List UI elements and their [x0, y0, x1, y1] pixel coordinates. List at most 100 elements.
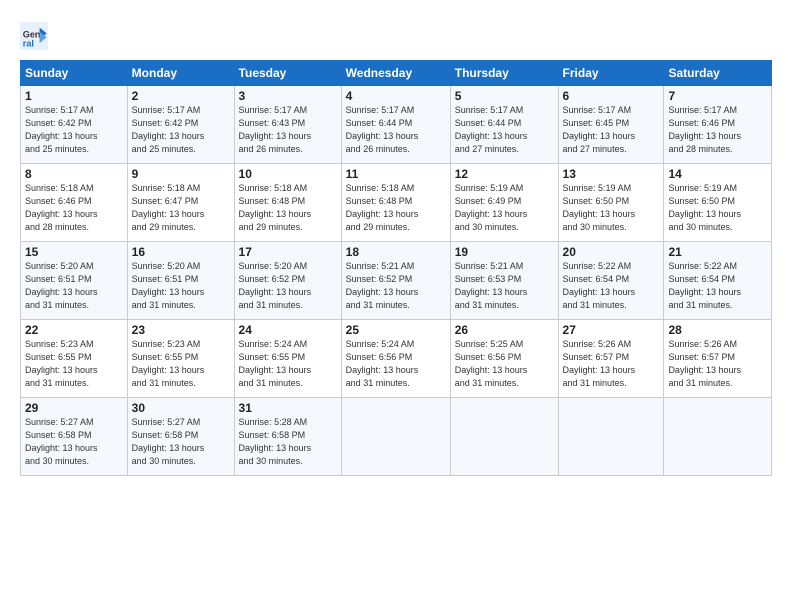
day-info: Sunrise: 5:17 AMSunset: 6:45 PMDaylight:… — [563, 104, 660, 156]
calendar-cell: 27Sunrise: 5:26 AMSunset: 6:57 PMDayligh… — [558, 320, 664, 398]
day-header-friday: Friday — [558, 61, 664, 86]
day-number: 16 — [132, 245, 230, 259]
day-info: Sunrise: 5:26 AMSunset: 6:57 PMDaylight:… — [563, 338, 660, 390]
logo-icon: Gene ral — [20, 22, 48, 50]
day-number: 26 — [455, 323, 554, 337]
day-info: Sunrise: 5:23 AMSunset: 6:55 PMDaylight:… — [25, 338, 123, 390]
day-number: 5 — [455, 89, 554, 103]
calendar-cell — [558, 398, 664, 476]
day-info: Sunrise: 5:27 AMSunset: 6:58 PMDaylight:… — [132, 416, 230, 468]
day-number: 7 — [668, 89, 767, 103]
day-number: 19 — [455, 245, 554, 259]
calendar-cell: 11Sunrise: 5:18 AMSunset: 6:48 PMDayligh… — [341, 164, 450, 242]
day-number: 30 — [132, 401, 230, 415]
calendar-cell: 29Sunrise: 5:27 AMSunset: 6:58 PMDayligh… — [21, 398, 128, 476]
calendar-cell: 24Sunrise: 5:24 AMSunset: 6:55 PMDayligh… — [234, 320, 341, 398]
calendar-cell: 9Sunrise: 5:18 AMSunset: 6:47 PMDaylight… — [127, 164, 234, 242]
day-number: 2 — [132, 89, 230, 103]
page-header: Gene ral — [20, 18, 772, 50]
calendar-cell: 23Sunrise: 5:23 AMSunset: 6:55 PMDayligh… — [127, 320, 234, 398]
day-number: 28 — [668, 323, 767, 337]
day-number: 3 — [239, 89, 337, 103]
day-number: 8 — [25, 167, 123, 181]
calendar-cell: 26Sunrise: 5:25 AMSunset: 6:56 PMDayligh… — [450, 320, 558, 398]
day-number: 27 — [563, 323, 660, 337]
calendar-cell — [341, 398, 450, 476]
calendar-cell: 4Sunrise: 5:17 AMSunset: 6:44 PMDaylight… — [341, 86, 450, 164]
day-number: 31 — [239, 401, 337, 415]
calendar-cell: 31Sunrise: 5:28 AMSunset: 6:58 PMDayligh… — [234, 398, 341, 476]
calendar-cell: 22Sunrise: 5:23 AMSunset: 6:55 PMDayligh… — [21, 320, 128, 398]
day-header-thursday: Thursday — [450, 61, 558, 86]
calendar-cell: 13Sunrise: 5:19 AMSunset: 6:50 PMDayligh… — [558, 164, 664, 242]
day-number: 4 — [346, 89, 446, 103]
day-info: Sunrise: 5:17 AMSunset: 6:46 PMDaylight:… — [668, 104, 767, 156]
day-number: 10 — [239, 167, 337, 181]
day-info: Sunrise: 5:18 AMSunset: 6:46 PMDaylight:… — [25, 182, 123, 234]
calendar-cell: 14Sunrise: 5:19 AMSunset: 6:50 PMDayligh… — [664, 164, 772, 242]
logo: Gene ral — [20, 22, 50, 50]
day-number: 18 — [346, 245, 446, 259]
calendar-cell — [450, 398, 558, 476]
day-info: Sunrise: 5:28 AMSunset: 6:58 PMDaylight:… — [239, 416, 337, 468]
calendar-cell: 15Sunrise: 5:20 AMSunset: 6:51 PMDayligh… — [21, 242, 128, 320]
day-number: 9 — [132, 167, 230, 181]
day-number: 23 — [132, 323, 230, 337]
day-number: 11 — [346, 167, 446, 181]
day-info: Sunrise: 5:17 AMSunset: 6:42 PMDaylight:… — [25, 104, 123, 156]
calendar-cell: 28Sunrise: 5:26 AMSunset: 6:57 PMDayligh… — [664, 320, 772, 398]
day-info: Sunrise: 5:24 AMSunset: 6:55 PMDaylight:… — [239, 338, 337, 390]
day-info: Sunrise: 5:20 AMSunset: 6:51 PMDaylight:… — [132, 260, 230, 312]
calendar-cell: 21Sunrise: 5:22 AMSunset: 6:54 PMDayligh… — [664, 242, 772, 320]
day-info: Sunrise: 5:22 AMSunset: 6:54 PMDaylight:… — [563, 260, 660, 312]
calendar-cell — [664, 398, 772, 476]
day-info: Sunrise: 5:27 AMSunset: 6:58 PMDaylight:… — [25, 416, 123, 468]
day-info: Sunrise: 5:18 AMSunset: 6:48 PMDaylight:… — [239, 182, 337, 234]
calendar-cell: 2Sunrise: 5:17 AMSunset: 6:42 PMDaylight… — [127, 86, 234, 164]
day-info: Sunrise: 5:23 AMSunset: 6:55 PMDaylight:… — [132, 338, 230, 390]
calendar-cell: 5Sunrise: 5:17 AMSunset: 6:44 PMDaylight… — [450, 86, 558, 164]
calendar-cell: 10Sunrise: 5:18 AMSunset: 6:48 PMDayligh… — [234, 164, 341, 242]
day-number: 22 — [25, 323, 123, 337]
day-info: Sunrise: 5:17 AMSunset: 6:42 PMDaylight:… — [132, 104, 230, 156]
calendar-cell: 6Sunrise: 5:17 AMSunset: 6:45 PMDaylight… — [558, 86, 664, 164]
calendar-cell: 25Sunrise: 5:24 AMSunset: 6:56 PMDayligh… — [341, 320, 450, 398]
day-info: Sunrise: 5:21 AMSunset: 6:53 PMDaylight:… — [455, 260, 554, 312]
day-number: 17 — [239, 245, 337, 259]
day-number: 13 — [563, 167, 660, 181]
calendar-cell: 19Sunrise: 5:21 AMSunset: 6:53 PMDayligh… — [450, 242, 558, 320]
day-info: Sunrise: 5:18 AMSunset: 6:48 PMDaylight:… — [346, 182, 446, 234]
day-info: Sunrise: 5:21 AMSunset: 6:52 PMDaylight:… — [346, 260, 446, 312]
day-info: Sunrise: 5:19 AMSunset: 6:50 PMDaylight:… — [563, 182, 660, 234]
day-number: 21 — [668, 245, 767, 259]
day-header-saturday: Saturday — [664, 61, 772, 86]
calendar-cell: 1Sunrise: 5:17 AMSunset: 6:42 PMDaylight… — [21, 86, 128, 164]
day-info: Sunrise: 5:20 AMSunset: 6:51 PMDaylight:… — [25, 260, 123, 312]
calendar-cell: 18Sunrise: 5:21 AMSunset: 6:52 PMDayligh… — [341, 242, 450, 320]
day-header-tuesday: Tuesday — [234, 61, 341, 86]
calendar-cell: 30Sunrise: 5:27 AMSunset: 6:58 PMDayligh… — [127, 398, 234, 476]
calendar-cell: 20Sunrise: 5:22 AMSunset: 6:54 PMDayligh… — [558, 242, 664, 320]
day-info: Sunrise: 5:20 AMSunset: 6:52 PMDaylight:… — [239, 260, 337, 312]
day-info: Sunrise: 5:17 AMSunset: 6:44 PMDaylight:… — [346, 104, 446, 156]
calendar-cell: 12Sunrise: 5:19 AMSunset: 6:49 PMDayligh… — [450, 164, 558, 242]
day-number: 24 — [239, 323, 337, 337]
calendar-cell: 3Sunrise: 5:17 AMSunset: 6:43 PMDaylight… — [234, 86, 341, 164]
day-info: Sunrise: 5:17 AMSunset: 6:44 PMDaylight:… — [455, 104, 554, 156]
day-number: 12 — [455, 167, 554, 181]
day-info: Sunrise: 5:18 AMSunset: 6:47 PMDaylight:… — [132, 182, 230, 234]
day-header-wednesday: Wednesday — [341, 61, 450, 86]
calendar-cell: 7Sunrise: 5:17 AMSunset: 6:46 PMDaylight… — [664, 86, 772, 164]
day-number: 20 — [563, 245, 660, 259]
day-info: Sunrise: 5:19 AMSunset: 6:50 PMDaylight:… — [668, 182, 767, 234]
day-header-monday: Monday — [127, 61, 234, 86]
day-number: 29 — [25, 401, 123, 415]
day-number: 14 — [668, 167, 767, 181]
day-info: Sunrise: 5:17 AMSunset: 6:43 PMDaylight:… — [239, 104, 337, 156]
calendar-cell: 8Sunrise: 5:18 AMSunset: 6:46 PMDaylight… — [21, 164, 128, 242]
calendar-cell: 17Sunrise: 5:20 AMSunset: 6:52 PMDayligh… — [234, 242, 341, 320]
day-header-sunday: Sunday — [21, 61, 128, 86]
calendar-cell: 16Sunrise: 5:20 AMSunset: 6:51 PMDayligh… — [127, 242, 234, 320]
day-info: Sunrise: 5:25 AMSunset: 6:56 PMDaylight:… — [455, 338, 554, 390]
svg-text:ral: ral — [23, 39, 34, 49]
